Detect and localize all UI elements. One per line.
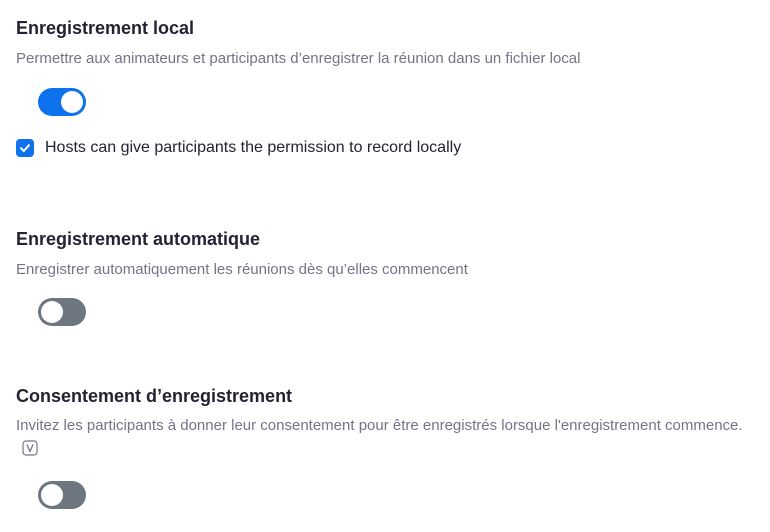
toggle-knob bbox=[41, 301, 63, 323]
recording-consent-toggle[interactable] bbox=[38, 481, 86, 509]
participant-permission-row[interactable]: Hosts can give participants the permissi… bbox=[16, 137, 461, 159]
auto-recording-section: Enregistrement automatique Enregistrer a… bbox=[16, 228, 754, 281]
recording-settings-page: Enregistrement local Permettre aux anima… bbox=[0, 0, 770, 532]
version-v-icon[interactable] bbox=[22, 440, 38, 456]
local-recording-section: Enregistrement local Permettre aux anima… bbox=[16, 17, 754, 70]
toggle-knob bbox=[41, 484, 63, 506]
participant-permission-label: Hosts can give participants the permissi… bbox=[45, 139, 462, 156]
recording-consent-section: Consentement d’enregistrement Invitez le… bbox=[16, 385, 754, 460]
participant-permission-checkbox[interactable] bbox=[16, 139, 34, 157]
recording-consent-title: Consentement d’enregistrement bbox=[16, 386, 293, 406]
auto-recording-description: Enregistrer automatiquement les réunions… bbox=[16, 261, 468, 278]
toggle-knob bbox=[61, 91, 83, 113]
local-recording-description: Permettre aux animateurs et participants… bbox=[16, 50, 581, 67]
checkmark-icon bbox=[20, 144, 30, 152]
local-recording-title: Enregistrement local bbox=[16, 18, 195, 38]
recording-consent-description-text: Invitez les participants à donner leur c… bbox=[16, 417, 743, 434]
recording-consent-description: Invitez les participants à donner leur c… bbox=[16, 415, 754, 460]
local-recording-toggle[interactable] bbox=[38, 88, 86, 116]
auto-recording-toggle[interactable] bbox=[38, 298, 86, 326]
auto-recording-title: Enregistrement automatique bbox=[16, 229, 261, 249]
